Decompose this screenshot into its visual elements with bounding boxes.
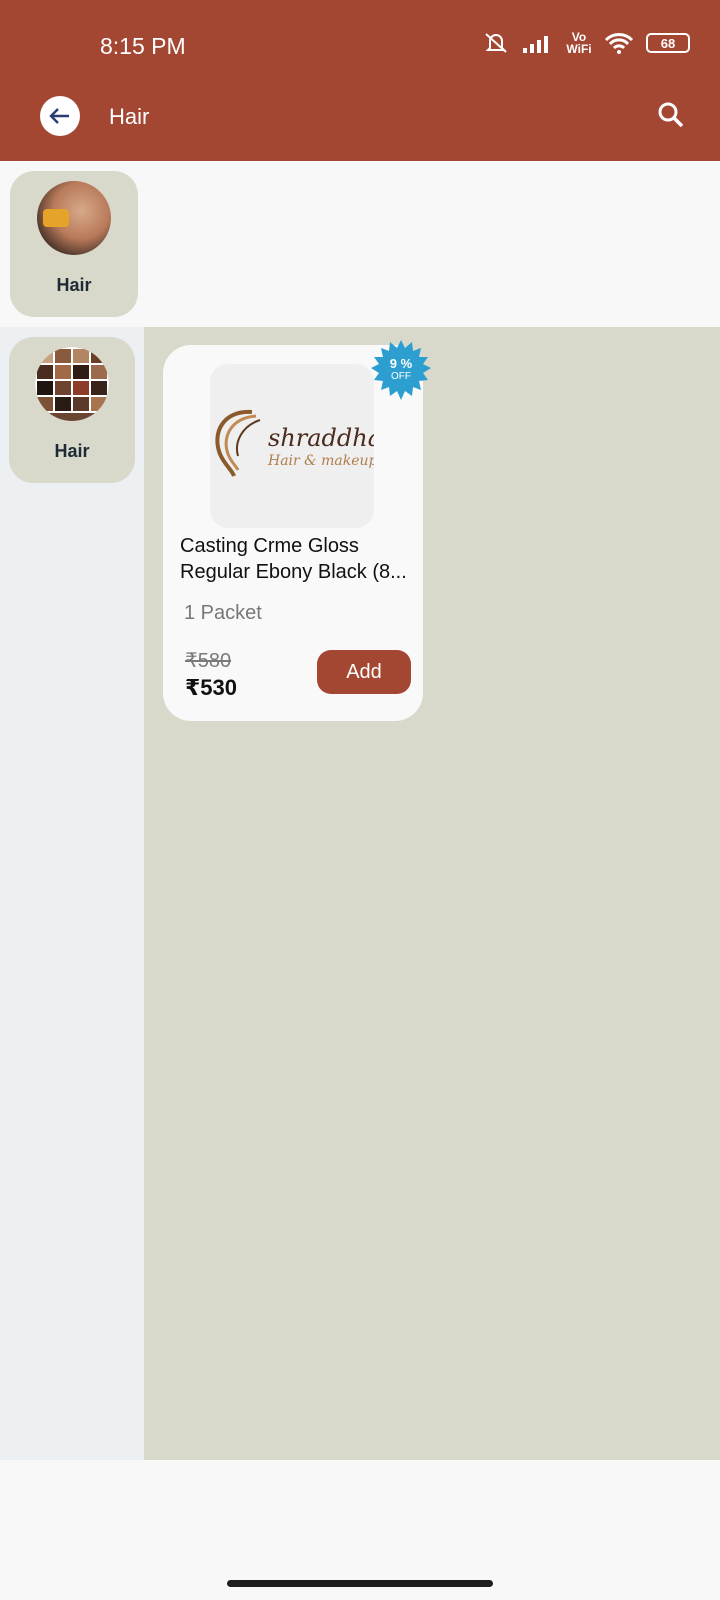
discount-badge: 9 % OFF xyxy=(371,340,431,400)
top-category-row: Hair xyxy=(0,161,720,327)
add-to-cart-button[interactable]: Add xyxy=(317,650,411,694)
page-title: Hair xyxy=(109,104,150,129)
product-image: shraddha Hair & makeup xyxy=(210,364,374,528)
product-unit: 1 Packet xyxy=(184,602,262,624)
product-name: Casting Crme Gloss Regular Ebony Black (… xyxy=(180,535,407,583)
vowifi-label: Vo WiFi xyxy=(566,30,592,56)
brand-logo-subtext: Hair & makeup xyxy=(268,453,374,469)
battery-level: 68 xyxy=(660,35,676,51)
category-thumbnail xyxy=(37,181,111,255)
category-sidebar: Hair xyxy=(0,327,144,1460)
bottom-bar xyxy=(0,1460,720,1600)
mute-icon xyxy=(485,33,507,53)
status-time: 8:15 PM xyxy=(100,33,186,59)
search-icon xyxy=(658,102,684,128)
sidebar-item-hair[interactable]: Hair xyxy=(9,337,135,483)
category-label: Hair xyxy=(56,275,92,295)
category-card-hair[interactable]: Hair xyxy=(10,171,138,317)
search-button[interactable] xyxy=(656,100,686,130)
discount-percent: 9 % xyxy=(389,356,413,371)
app-header: 8:15 PM Vo WiFi 68 Hair xyxy=(0,0,720,161)
arrow-left-icon xyxy=(49,108,69,124)
signal-icon xyxy=(523,36,548,53)
battery-icon: 68 xyxy=(646,33,690,53)
wifi-icon xyxy=(604,33,634,54)
category-thumbnail xyxy=(35,347,109,421)
brand-logo-text: shraddha xyxy=(268,424,374,452)
status-icons: Vo WiFi 68 xyxy=(482,30,690,56)
home-indicator[interactable] xyxy=(227,1580,493,1587)
discount-off-label: OFF xyxy=(391,371,411,382)
sale-price: ₹530 xyxy=(185,675,238,700)
brand-swirl-icon xyxy=(215,409,261,477)
oil-bottle-image xyxy=(43,209,69,227)
hair-swatch-grid-image xyxy=(35,347,109,421)
original-price: ₹580 xyxy=(185,650,232,672)
back-button[interactable] xyxy=(40,96,80,136)
sidebar-item-label: Hair xyxy=(54,441,90,461)
product-card[interactable]: shraddha Hair & makeup 9 % OFF Casting C… xyxy=(163,340,431,721)
